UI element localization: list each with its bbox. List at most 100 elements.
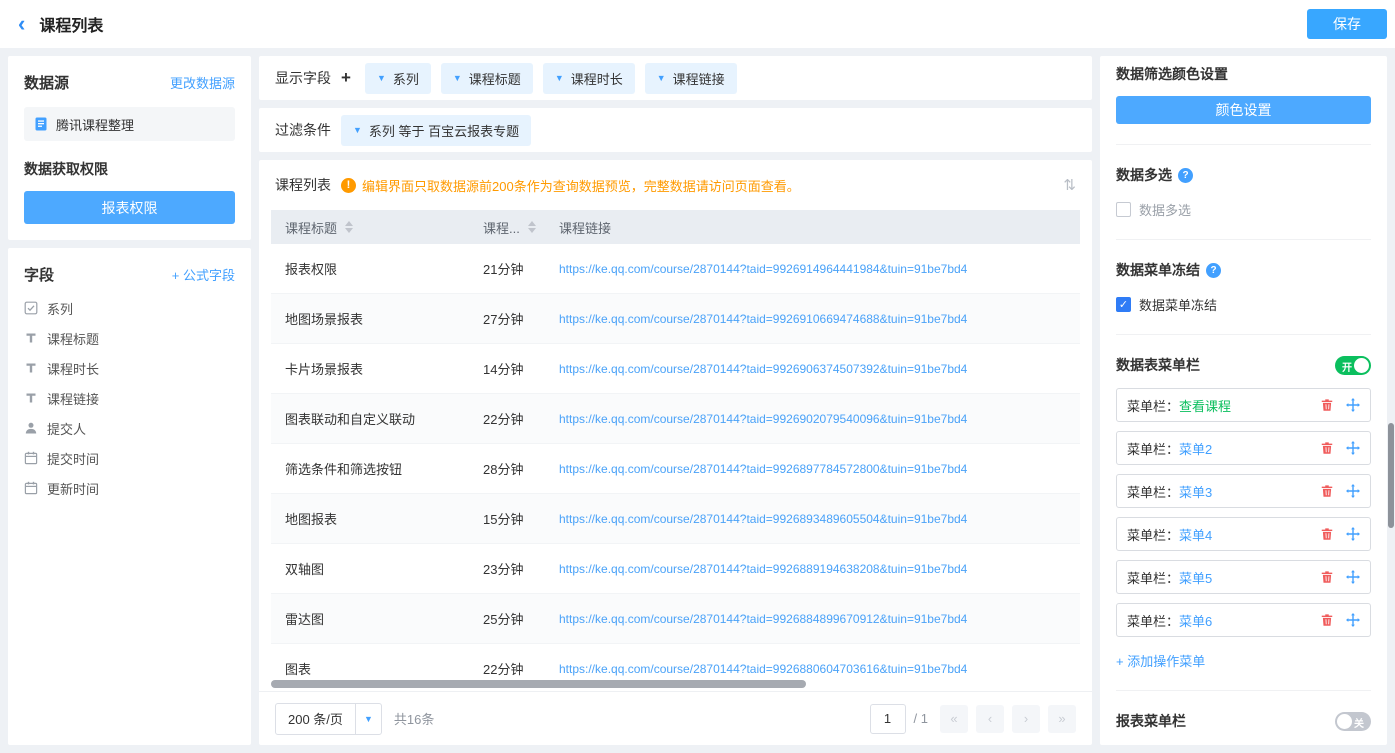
course-link[interactable]: https://ke.qq.com/course/2870144?taid=99… bbox=[559, 612, 967, 626]
next-page-button[interactable]: › bbox=[1012, 705, 1040, 733]
menu-item-name: 查看课程 bbox=[1179, 396, 1231, 415]
move-icon[interactable] bbox=[1346, 570, 1360, 584]
sort-arrows-icon bbox=[528, 221, 536, 233]
report-menu-toggle[interactable]: 关 bbox=[1335, 712, 1371, 731]
window-scrollbar-thumb[interactable] bbox=[1388, 423, 1394, 528]
delete-icon[interactable] bbox=[1320, 441, 1334, 455]
color-settings-title: 数据筛选颜色设置 bbox=[1116, 64, 1371, 84]
menu-bar-item[interactable]: 菜单栏：查看课程 bbox=[1116, 388, 1371, 422]
help-icon[interactable]: ? bbox=[1178, 168, 1193, 183]
course-title-cell: 卡片场景报表 bbox=[271, 359, 469, 378]
course-link[interactable]: https://ke.qq.com/course/2870144?taid=99… bbox=[559, 362, 967, 376]
display-field-chip[interactable]: ▼课程链接 bbox=[645, 63, 737, 94]
table-menu-toggle[interactable]: 开 bbox=[1335, 356, 1371, 375]
add-formula-field-link[interactable]: + 公式字段 bbox=[172, 265, 235, 284]
column-header-duration[interactable]: 课程... bbox=[469, 218, 545, 237]
color-settings-button[interactable]: 颜色设置 bbox=[1116, 96, 1371, 124]
notice-text: 编辑界面只取数据源前200条作为查询数据预览，完整数据请访问页面查看。 bbox=[362, 176, 800, 195]
display-field-chip[interactable]: ▼ 系列 bbox=[365, 63, 431, 94]
window-scrollbar bbox=[1388, 48, 1394, 753]
datasource-item[interactable]: 腾讯课程整理 bbox=[24, 107, 235, 141]
course-link[interactable]: https://ke.qq.com/course/2870144?taid=99… bbox=[559, 312, 967, 326]
last-page-button[interactable]: » bbox=[1048, 705, 1076, 733]
help-icon[interactable]: ? bbox=[1206, 263, 1221, 278]
menu-bar-item[interactable]: 菜单栏：菜单4 bbox=[1116, 517, 1371, 551]
field-item[interactable]: 系列 bbox=[24, 293, 235, 323]
table-row: 卡片场景报表14分钟https://ke.qq.com/course/28701… bbox=[271, 344, 1080, 394]
course-link[interactable]: https://ke.qq.com/course/2870144?taid=99… bbox=[559, 412, 967, 426]
text-field-icon bbox=[24, 391, 38, 405]
field-item[interactable]: 提交时间 bbox=[24, 443, 235, 473]
field-item[interactable]: 更新时间 bbox=[24, 473, 235, 503]
add-display-field-button[interactable]: + bbox=[341, 68, 351, 88]
report-permission-button[interactable]: 报表权限 bbox=[24, 191, 235, 224]
delete-icon[interactable] bbox=[1320, 613, 1334, 627]
course-link[interactable]: https://ke.qq.com/course/2870144?taid=99… bbox=[559, 662, 967, 676]
course-link[interactable]: https://ke.qq.com/course/2870144?taid=99… bbox=[559, 512, 967, 526]
course-link-cell: https://ke.qq.com/course/2870144?taid=99… bbox=[545, 411, 1080, 426]
menu-bar-item[interactable]: 菜单栏：菜单6 bbox=[1116, 603, 1371, 637]
app-window: ‹ 课程列表 保存 数据源 更改数据源 腾讯课程整理 数据获取权限 报表权限 bbox=[0, 0, 1395, 753]
column-header-title[interactable]: 课程标题 bbox=[271, 218, 469, 237]
document-icon bbox=[34, 117, 48, 131]
menu-freeze-checkbox-label: 数据菜单冻结 bbox=[1139, 295, 1217, 314]
save-button[interactable]: 保存 bbox=[1307, 9, 1387, 39]
menu-item-prefix: 菜单栏： bbox=[1127, 568, 1179, 587]
first-page-button[interactable]: « bbox=[940, 705, 968, 733]
menu-bar-item[interactable]: 菜单栏：菜单5 bbox=[1116, 560, 1371, 594]
delete-icon[interactable] bbox=[1320, 570, 1334, 584]
menu-freeze-checkbox-row[interactable]: ✓ 数据菜单冻结 bbox=[1116, 295, 1371, 314]
field-item[interactable]: 课程链接 bbox=[24, 383, 235, 413]
table-row: 筛选条件和筛选按钮28分钟https://ke.qq.com/course/28… bbox=[271, 444, 1080, 494]
total-count: 共16条 bbox=[394, 709, 434, 728]
course-duration-cell: 15分钟 bbox=[469, 509, 545, 528]
course-link[interactable]: https://ke.qq.com/course/2870144?taid=99… bbox=[559, 462, 967, 476]
move-icon[interactable] bbox=[1346, 441, 1360, 455]
page-size-select[interactable]: 200 条/页 ▼ bbox=[275, 703, 382, 735]
menu-bar-item[interactable]: 菜单栏：菜单2 bbox=[1116, 431, 1371, 465]
sort-order-icon[interactable]: ⇅ bbox=[1063, 176, 1076, 194]
move-icon[interactable] bbox=[1346, 527, 1360, 541]
course-duration-cell: 25分钟 bbox=[469, 609, 545, 628]
menu-item-prefix: 菜单栏： bbox=[1127, 611, 1179, 630]
page-number-input[interactable]: 1 bbox=[870, 704, 906, 734]
field-item[interactable]: 提交人 bbox=[24, 413, 235, 443]
prev-page-button[interactable]: ‹ bbox=[976, 705, 1004, 733]
datasource-title: 数据源 bbox=[24, 72, 69, 93]
course-link[interactable]: https://ke.qq.com/course/2870144?taid=99… bbox=[559, 262, 967, 276]
display-field-chip[interactable]: ▼课程标题 bbox=[441, 63, 533, 94]
chip-label: 系列 bbox=[393, 69, 419, 88]
display-field-chip[interactable]: ▼课程时长 bbox=[543, 63, 635, 94]
content-area: 数据源 更改数据源 腾讯课程整理 数据获取权限 报表权限 字段 + 公式字段 系… bbox=[0, 48, 1395, 753]
menu-freeze-checkbox[interactable]: ✓ bbox=[1116, 297, 1131, 312]
course-title-cell: 筛选条件和筛选按钮 bbox=[271, 459, 469, 478]
course-link-cell: https://ke.qq.com/course/2870144?taid=99… bbox=[545, 361, 1080, 376]
chevron-down-icon: ▼ bbox=[377, 73, 386, 83]
multi-select-checkbox-row[interactable]: 数据多选 bbox=[1116, 200, 1371, 219]
menu-item-name: 菜单4 bbox=[1179, 525, 1212, 544]
field-label: 提交人 bbox=[47, 419, 86, 438]
person-field-icon bbox=[24, 421, 38, 435]
delete-icon[interactable] bbox=[1320, 398, 1334, 412]
horizontal-scrollbar-thumb[interactable] bbox=[271, 680, 806, 688]
filter-chip[interactable]: ▼系列 等于 百宝云报表专题 bbox=[341, 115, 531, 146]
move-icon[interactable] bbox=[1346, 613, 1360, 627]
page-size-value: 200 条/页 bbox=[276, 709, 355, 728]
course-duration-cell: 27分钟 bbox=[469, 309, 545, 328]
menu-item-prefix: 菜单栏： bbox=[1127, 482, 1179, 501]
change-datasource-link[interactable]: 更改数据源 bbox=[170, 73, 235, 92]
back-button[interactable]: ‹ bbox=[18, 13, 25, 35]
table-row: 双轴图23分钟https://ke.qq.com/course/2870144?… bbox=[271, 544, 1080, 594]
add-action-menu-link[interactable]: + 添加操作菜单 bbox=[1116, 651, 1371, 670]
field-item[interactable]: 课程时长 bbox=[24, 353, 235, 383]
date-field-icon bbox=[24, 451, 38, 465]
table-title: 课程列表 bbox=[275, 175, 331, 195]
menu-bar-item[interactable]: 菜单栏：菜单3 bbox=[1116, 474, 1371, 508]
delete-icon[interactable] bbox=[1320, 527, 1334, 541]
multi-select-checkbox[interactable] bbox=[1116, 202, 1131, 217]
delete-icon[interactable] bbox=[1320, 484, 1334, 498]
move-icon[interactable] bbox=[1346, 398, 1360, 412]
field-item[interactable]: 课程标题 bbox=[24, 323, 235, 353]
course-link[interactable]: https://ke.qq.com/course/2870144?taid=99… bbox=[559, 562, 967, 576]
move-icon[interactable] bbox=[1346, 484, 1360, 498]
